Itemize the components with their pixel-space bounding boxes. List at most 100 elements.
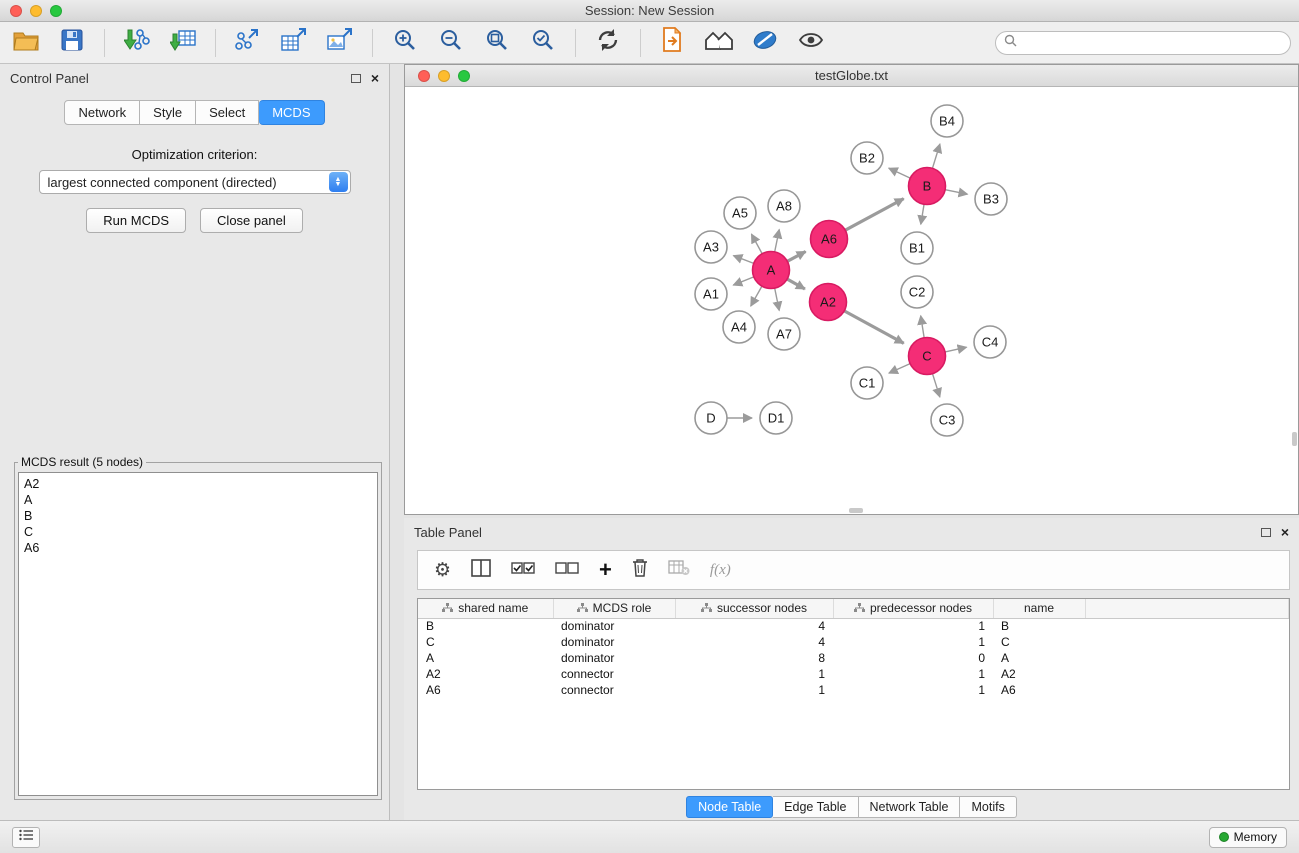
edge-A-A3[interactable] bbox=[733, 256, 753, 264]
edge-A-A6[interactable] bbox=[787, 251, 805, 261]
close-panel-button[interactable]: Close panel bbox=[200, 208, 303, 233]
list-item[interactable]: C bbox=[24, 524, 372, 540]
table-row[interactable]: B dominator 4 1 B bbox=[418, 618, 1289, 634]
close-panel-icon[interactable]: × bbox=[371, 71, 379, 85]
cell-name[interactable]: A2 bbox=[993, 666, 1085, 682]
tab-motifs[interactable]: Motifs bbox=[960, 796, 1016, 818]
list-item[interactable]: A bbox=[24, 492, 372, 508]
toolbar-search[interactable] bbox=[995, 31, 1291, 55]
save-session-button[interactable] bbox=[54, 26, 90, 60]
zoom-window-button[interactable] bbox=[458, 70, 470, 82]
cell-shared-name[interactable]: A bbox=[418, 650, 553, 666]
edge-A-A5[interactable] bbox=[751, 234, 762, 254]
session-file-button[interactable] bbox=[655, 26, 691, 60]
cell-predecessor-nodes[interactable]: 1 bbox=[833, 666, 993, 682]
edge-C-C4[interactable] bbox=[945, 347, 967, 352]
node-B3[interactable]: B3 bbox=[975, 183, 1007, 215]
cell-shared-name[interactable]: C bbox=[418, 634, 553, 650]
export-table-button[interactable] bbox=[276, 26, 312, 60]
delete-column-button[interactable] bbox=[632, 557, 648, 583]
table-row[interactable]: C dominator 4 1 C bbox=[418, 634, 1289, 650]
list-item[interactable]: A2 bbox=[24, 476, 372, 492]
zoom-window-button[interactable] bbox=[50, 5, 62, 17]
cell-mcds-role[interactable]: dominator bbox=[553, 634, 675, 650]
cell-shared-name[interactable]: A2 bbox=[418, 666, 553, 682]
criterion-dropdown[interactable]: largest connected component (directed) ▲… bbox=[39, 170, 351, 194]
edge-A-A4[interactable] bbox=[751, 286, 762, 306]
tab-edge-table[interactable]: Edge Table bbox=[773, 796, 858, 818]
node-C2[interactable]: C2 bbox=[901, 276, 933, 308]
tab-network-table[interactable]: Network Table bbox=[859, 796, 961, 818]
float-panel-icon[interactable] bbox=[1261, 528, 1271, 537]
select-all-button[interactable] bbox=[511, 557, 535, 583]
node-A[interactable]: A bbox=[753, 252, 790, 289]
float-panel-icon[interactable] bbox=[351, 74, 361, 83]
cell-successor-nodes[interactable]: 8 bbox=[675, 650, 833, 666]
apply-layout-button[interactable] bbox=[590, 26, 626, 60]
edge-A2-C[interactable] bbox=[844, 311, 903, 343]
node-A3[interactable]: A3 bbox=[695, 231, 727, 263]
cell-successor-nodes[interactable]: 4 bbox=[675, 634, 833, 650]
node-A1[interactable]: A1 bbox=[695, 278, 727, 310]
column-header-predecessor-nodes[interactable]: predecessor nodes bbox=[833, 599, 993, 618]
tab-network[interactable]: Network bbox=[64, 100, 140, 125]
edge-A6-B[interactable] bbox=[845, 199, 903, 231]
cell-name[interactable]: A6 bbox=[993, 682, 1085, 698]
export-network-button[interactable] bbox=[230, 26, 266, 60]
cell-shared-name[interactable]: A6 bbox=[418, 682, 553, 698]
cell-successor-nodes[interactable]: 1 bbox=[675, 666, 833, 682]
node-B4[interactable]: B4 bbox=[931, 105, 963, 137]
hide-panels-button[interactable] bbox=[701, 26, 737, 60]
node-C[interactable]: C bbox=[909, 338, 946, 375]
column-header-name[interactable]: name bbox=[993, 599, 1085, 618]
edge-A-A8[interactable] bbox=[775, 230, 780, 252]
deselect-all-button[interactable] bbox=[555, 557, 579, 583]
delete-table-button[interactable] bbox=[668, 557, 690, 583]
function-builder-button[interactable]: f(x) bbox=[710, 557, 731, 583]
table-settings-button[interactable]: ⚙ bbox=[434, 557, 451, 583]
minimize-window-button[interactable] bbox=[438, 70, 450, 82]
node-B2[interactable]: B2 bbox=[851, 142, 883, 174]
cell-predecessor-nodes[interactable]: 1 bbox=[833, 682, 993, 698]
edge-A-A1[interactable] bbox=[733, 277, 754, 285]
cell-name[interactable]: A bbox=[993, 650, 1085, 666]
edge-B-B2[interactable] bbox=[889, 168, 910, 178]
cell-mcds-role[interactable]: dominator bbox=[553, 618, 675, 634]
node-A2[interactable]: A2 bbox=[810, 284, 847, 321]
edge-A-A2[interactable] bbox=[787, 279, 805, 289]
node-table[interactable]: shared name MCDS role successor nodes pr… bbox=[417, 598, 1290, 790]
export-image-button[interactable] bbox=[322, 26, 358, 60]
zoom-selected-button[interactable] bbox=[525, 26, 561, 60]
search-input[interactable] bbox=[1022, 36, 1282, 50]
show-columns-button[interactable] bbox=[471, 557, 491, 583]
list-item[interactable]: B bbox=[24, 508, 372, 524]
mcds-result-list[interactable]: A2 A B C A6 bbox=[18, 472, 378, 796]
vertical-scroll-thumb[interactable] bbox=[1292, 432, 1297, 446]
zoom-in-button[interactable] bbox=[387, 26, 423, 60]
list-item[interactable]: A6 bbox=[24, 540, 372, 556]
cell-mcds-role[interactable]: connector bbox=[553, 666, 675, 682]
node-A5[interactable]: A5 bbox=[724, 197, 756, 229]
zoom-out-button[interactable] bbox=[433, 26, 469, 60]
node-A4[interactable]: A4 bbox=[723, 311, 755, 343]
cell-shared-name[interactable]: B bbox=[418, 618, 553, 634]
node-B[interactable]: B bbox=[909, 168, 946, 205]
close-panel-icon[interactable]: × bbox=[1281, 525, 1289, 539]
table-row[interactable]: A dominator 8 0 A bbox=[418, 650, 1289, 666]
network-canvas[interactable]: AA1A2A3A4A5A6A7A8BB1B2B3B4CC1C2C3C4DD1 bbox=[405, 87, 1298, 514]
table-row[interactable]: A6 connector 1 1 A6 bbox=[418, 682, 1289, 698]
cell-mcds-role[interactable]: connector bbox=[553, 682, 675, 698]
table-row[interactable]: A2 connector 1 1 A2 bbox=[418, 666, 1289, 682]
minimize-window-button[interactable] bbox=[30, 5, 42, 17]
cell-successor-nodes[interactable]: 1 bbox=[675, 682, 833, 698]
memory-button[interactable]: Memory bbox=[1209, 827, 1287, 848]
node-A7[interactable]: A7 bbox=[768, 318, 800, 350]
close-window-button[interactable] bbox=[418, 70, 430, 82]
window-controls[interactable] bbox=[10, 5, 62, 17]
node-C4[interactable]: C4 bbox=[974, 326, 1006, 358]
column-header-shared-name[interactable]: shared name bbox=[418, 599, 553, 618]
edge-C-C3[interactable] bbox=[933, 374, 940, 397]
run-mcds-button[interactable]: Run MCDS bbox=[86, 208, 186, 233]
show-details-button[interactable] bbox=[793, 26, 829, 60]
edge-B-B1[interactable] bbox=[921, 204, 924, 224]
